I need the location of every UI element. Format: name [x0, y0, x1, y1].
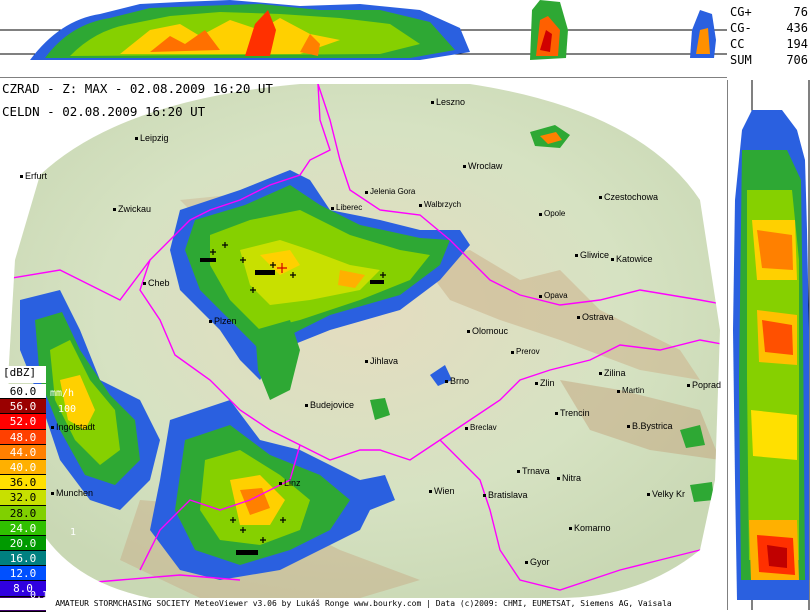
stat-cg-plus: CG+ 76 — [730, 5, 808, 19]
rain-unit-label: mm/h — [50, 388, 75, 399]
city-label: Prerov — [511, 347, 540, 356]
city-label: Poprad — [686, 380, 722, 390]
city-label: Munchen — [50, 488, 94, 498]
city-label: Gliwice — [574, 250, 610, 260]
legend-unit-label: [dBZ] — [0, 366, 46, 383]
legend-step: 60.0 — [0, 384, 46, 400]
city-label: Ingolstadt — [50, 422, 96, 432]
city-label: Opole — [538, 209, 566, 218]
stat-cc: CC 194 — [730, 37, 808, 51]
city-label: Zwickau — [112, 204, 152, 214]
city-label: Jelenia Gora — [364, 187, 416, 196]
rain-one-label: 1 — [70, 527, 77, 538]
city-label: Gyor — [525, 557, 550, 567]
city-label: Zlin — [535, 378, 555, 388]
city-label: Linz — [279, 478, 301, 488]
legend-step: 20.0 — [0, 535, 46, 552]
stat-sum: SUM 706 — [730, 53, 808, 67]
radar-map-graphic — [0, 80, 727, 598]
city-label: Cheb — [143, 278, 170, 288]
rain-top-label: 100 — [58, 404, 77, 415]
city-label: Walbrzych — [418, 200, 462, 209]
city-label: Katowice — [611, 254, 653, 264]
radar-header: CZRAD - Z: MAX - 02.08.2009 16:20 UT — [2, 81, 273, 96]
legend-step: 56.0 — [0, 399, 46, 415]
city-label: B.Bystrica — [627, 421, 673, 431]
city-label: Brno — [444, 376, 470, 386]
city-label: Bratislava — [483, 490, 528, 500]
city-label: Komarno — [569, 523, 611, 533]
city-label: Nitra — [556, 473, 582, 483]
city-label: Trnava — [517, 466, 550, 476]
city-label: Plzen — [209, 316, 237, 326]
top-cross-section-graphic — [0, 0, 727, 79]
legend-step: 44.0 — [0, 444, 46, 460]
city-label: Velky Kr — [646, 489, 686, 499]
dbz-legend: 60.0 56.0 52.0 48.0 44.0 40.0 36.0 32.0 28.0 24.0… — [0, 384, 46, 612]
radar-viewer: CG+ 76 CG- 436 CC 194 SUM 706 Leszno Lei… — [0, 0, 810, 612]
legend-step: 36.0 — [0, 475, 46, 491]
lightning-header: CELDN - 02.08.2009 16:20 UT — [2, 104, 206, 119]
city-label: Breclav — [465, 423, 497, 432]
city-label: Erfurt — [19, 171, 48, 181]
city-label: Olomouc — [466, 326, 509, 336]
legend-step: 48.0 — [0, 429, 46, 445]
city-label: Liberec — [330, 203, 363, 212]
legend-step: 32.0 — [0, 490, 46, 506]
city-label: Opava — [539, 291, 568, 300]
city-label: Martin — [616, 386, 645, 395]
lightning-stats: CG+ 76 CG- 436 CC 194 SUM 706 — [730, 4, 808, 68]
city-label: Czestochowa — [598, 192, 659, 202]
footer-credits: AMATEUR STORMCHASING SOCIETY MeteoViewer… — [0, 598, 727, 610]
stat-cg-minus: CG- 436 — [730, 21, 808, 35]
city-label: Ostrava — [577, 312, 614, 322]
top-cross-section-panel — [0, 0, 727, 79]
city-label: Trencin — [555, 408, 590, 418]
legend-step: 24.0 — [0, 520, 46, 536]
legend-step: 12.0 — [0, 566, 46, 582]
radar-map[interactable]: Leszno Leipzig Wroclaw Erfurt Jelenia Go… — [0, 80, 727, 598]
city-label: Jihlava — [364, 356, 399, 366]
side-cross-section-panel — [726, 80, 810, 610]
legend-step: 40.0 — [0, 459, 46, 476]
city-label: Wroclaw — [462, 161, 503, 171]
city-label: Wien — [429, 486, 455, 496]
city-label: Leipzig — [135, 133, 169, 143]
legend-step: 28.0 — [0, 505, 46, 521]
legend-step: 52.0 — [0, 414, 46, 430]
city-label: Zilina — [599, 368, 626, 378]
legend-step: 16.0 — [0, 551, 46, 567]
city-label: Budejovice — [304, 400, 355, 410]
side-cross-section-graphic — [726, 80, 810, 610]
city-label: Leszno — [430, 97, 466, 107]
